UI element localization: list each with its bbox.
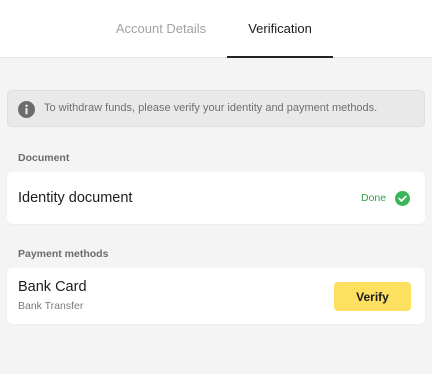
check-circle-icon <box>395 191 410 206</box>
active-tab-indicator <box>227 56 333 58</box>
tab-verification[interactable]: Verification <box>227 0 333 58</box>
payment-method-sublabel: Bank Transfer <box>18 300 84 312</box>
identity-document-row[interactable]: Identity document Done <box>7 172 425 224</box>
tab-account-details[interactable]: Account Details <box>101 0 221 58</box>
info-icon <box>18 101 35 118</box>
payment-section-title: Payment methods <box>18 248 109 260</box>
notice-text: To withdraw funds, please verify your id… <box>44 102 378 114</box>
tab-bar: Account Details Verification <box>0 0 432 58</box>
document-section-title: Document <box>18 152 70 164</box>
payment-method-row: Bank Card Bank Transfer Verify <box>7 268 425 324</box>
identity-document-label: Identity document <box>18 190 133 206</box>
status-badge: Done <box>361 192 387 204</box>
payment-method-label: Bank Card <box>18 279 87 295</box>
verification-notice: To withdraw funds, please verify your id… <box>7 90 425 127</box>
verify-button[interactable]: Verify <box>334 282 411 311</box>
